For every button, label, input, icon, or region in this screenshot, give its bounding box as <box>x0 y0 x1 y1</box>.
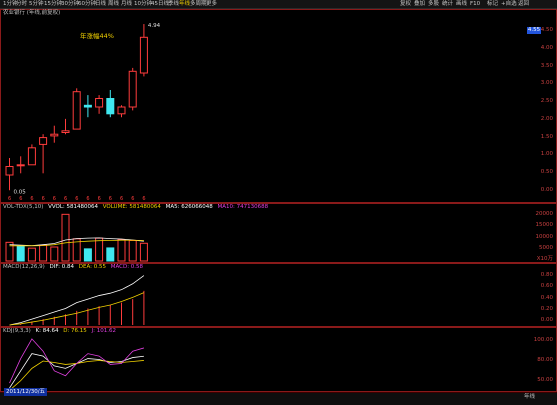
low-annotation: 0.05 <box>14 189 27 195</box>
candle-body <box>128 70 137 108</box>
volume-bar <box>50 246 59 262</box>
chart-canvas: 4.940.056 6 6 6 6 6 6 6 6 6 6 6 6 <box>5 23 161 391</box>
year-marker: 6 <box>120 196 123 202</box>
year-marker: 6 <box>131 196 134 202</box>
volume-bar <box>27 247 36 262</box>
candle-body <box>39 137 48 145</box>
high-annotation: 4.94 <box>148 23 161 29</box>
bottom-bar <box>0 392 557 405</box>
candle-body <box>5 166 14 176</box>
period-indicator[interactable]: 年线 <box>524 393 535 401</box>
candle-body <box>95 98 104 108</box>
year-marker: 6 <box>8 196 11 202</box>
year-marker: 6 <box>53 196 56 202</box>
candle-body <box>139 36 148 74</box>
year-marker: 6 <box>142 196 145 202</box>
app-window: 1分钟 分时 5分钟 15分钟 30分钟 60分钟 日线 周线 月线 10分钟 45日线 季线 年线 多周… <box>0 0 557 405</box>
year-marker: 6 <box>19 196 22 202</box>
kdj-j-line <box>9 338 145 384</box>
volume-bar <box>61 213 70 262</box>
kdj-d-line <box>9 360 144 391</box>
year-marker: 6 <box>42 196 45 202</box>
candle-body <box>106 98 115 115</box>
volume-bar <box>106 247 115 262</box>
candle-body <box>117 106 126 115</box>
year-marker: 6 <box>86 196 89 202</box>
volume-bar <box>117 239 126 262</box>
year-marker: 6 <box>109 196 112 202</box>
candle-body <box>61 130 70 134</box>
year-marker: 6 <box>30 196 33 202</box>
candle-body <box>83 104 92 108</box>
candle-body <box>16 164 25 167</box>
volume-bar <box>95 237 104 262</box>
candle-body <box>50 133 59 137</box>
volume-bar <box>128 239 137 262</box>
volume-bar <box>83 248 92 262</box>
volume-bar <box>39 244 48 262</box>
candle-body <box>27 147 36 166</box>
year-marker: 6 <box>64 196 67 202</box>
candle-body <box>72 91 81 130</box>
volume-bar <box>139 242 148 262</box>
volume-bar <box>16 245 25 262</box>
year-marker: 6 <box>75 196 78 202</box>
date-box: 2011/12/30/五 <box>4 388 48 396</box>
year-marker: 6 <box>98 196 101 202</box>
